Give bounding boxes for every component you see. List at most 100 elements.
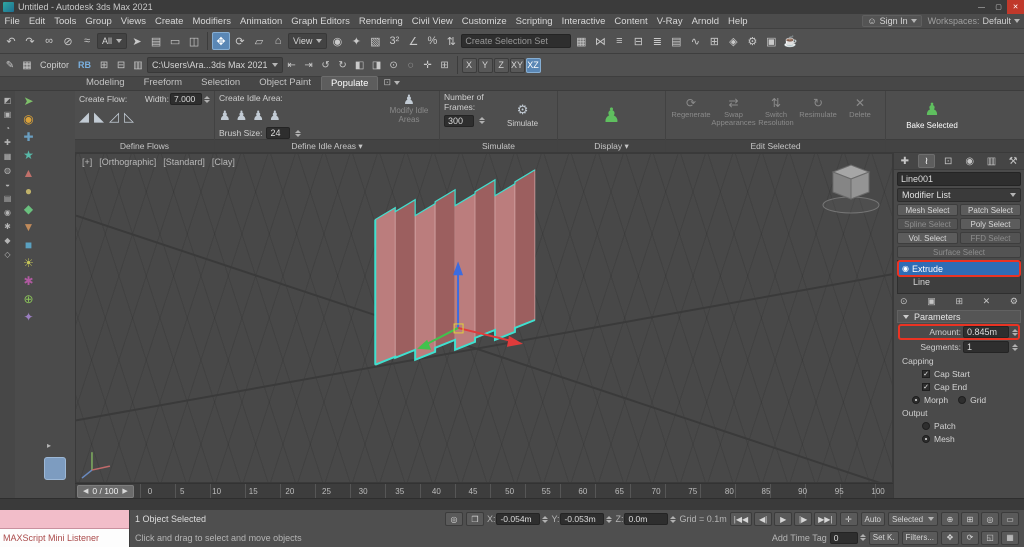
set-keys-button[interactable]: ✛ bbox=[840, 512, 858, 526]
tab-freeform[interactable]: Freeform bbox=[135, 76, 192, 90]
viewport[interactable]: [+] [Orthographic] [Standard] [Clay] bbox=[75, 153, 893, 483]
render-setup-icon[interactable]: ⚙ bbox=[743, 32, 761, 50]
delete-button[interactable]: ✕ Delete bbox=[839, 93, 881, 137]
z-value[interactable]: 0.0m bbox=[624, 513, 668, 525]
view-cube[interactable] bbox=[818, 158, 884, 216]
menu-item[interactable]: Graph Editors bbox=[287, 16, 355, 27]
viewport-menu-plus[interactable]: [+] bbox=[82, 157, 92, 167]
patch-radio[interactable] bbox=[922, 422, 930, 430]
viewport-layout-tabs[interactable] bbox=[44, 457, 66, 480]
modifier-toggle-icon[interactable]: ◉ bbox=[902, 264, 909, 273]
prev-frame-button[interactable]: ◀| bbox=[754, 512, 772, 526]
tab-populate[interactable]: Populate bbox=[321, 76, 379, 90]
make-unique-icon[interactable]: ⊞ bbox=[955, 296, 963, 307]
simulate-button[interactable]: ⚙ Simulate bbox=[507, 93, 538, 137]
tab-modeling[interactable]: Modeling bbox=[77, 76, 134, 90]
restrict-z-button[interactable]: Z bbox=[494, 58, 509, 73]
percent-snap-icon[interactable]: % bbox=[423, 32, 441, 50]
brush-size-value[interactable]: 24 bbox=[266, 127, 290, 139]
menu-item[interactable]: Civil View bbox=[407, 16, 457, 27]
tool-half-right-icon[interactable]: ◨ bbox=[369, 57, 385, 73]
isolate-selection-icon[interactable]: ◎ bbox=[445, 512, 463, 526]
vol-select-button[interactable]: Vol. Select bbox=[897, 232, 958, 244]
width-value[interactable]: 7.000 bbox=[170, 93, 202, 105]
key-filters-button[interactable]: Filters... bbox=[902, 531, 938, 545]
flow-stairs-icon[interactable]: ◿ bbox=[109, 109, 119, 125]
modifier-list-dropdown[interactable]: Modifier List bbox=[897, 188, 1021, 202]
menu-item[interactable]: Interactive bbox=[557, 16, 610, 27]
quick-up-icon[interactable]: ▲ bbox=[23, 166, 35, 180]
simulate-footer[interactable]: Simulate bbox=[440, 139, 557, 152]
selected-keyset-dropdown[interactable]: Selected bbox=[888, 512, 938, 526]
ffd-select-button[interactable]: FFD Select bbox=[960, 232, 1021, 244]
menu-item[interactable]: Tools bbox=[50, 16, 81, 27]
select-and-manipulate-icon[interactable]: ✦ bbox=[347, 32, 365, 50]
ribbon-config-button[interactable]: ⊡ bbox=[383, 77, 400, 90]
quick-sun-icon[interactable]: ☀ bbox=[23, 256, 34, 270]
side-tool-6-icon[interactable]: ◍ bbox=[4, 166, 11, 175]
angle-snap-icon[interactable]: ∠ bbox=[404, 32, 422, 50]
tab-object-paint[interactable]: Object Paint bbox=[250, 76, 320, 90]
tool-pencil-icon[interactable]: ✎ bbox=[2, 57, 18, 73]
minimize-icon[interactable]: — bbox=[973, 0, 990, 14]
tool-hash-icon[interactable]: ⊞ bbox=[437, 57, 453, 73]
tool-end-icon[interactable]: ⇥ bbox=[301, 57, 317, 73]
use-pivot-point-icon[interactable]: ◉ bbox=[328, 32, 346, 50]
show-end-result-icon[interactable]: ▣ bbox=[927, 296, 936, 307]
segments-value[interactable]: 1 bbox=[963, 341, 1009, 353]
viewport-renderer-label[interactable]: [Standard] bbox=[163, 157, 205, 167]
layer-explorer-icon[interactable]: ≣ bbox=[648, 32, 666, 50]
define-flows-footer[interactable]: Define Flows bbox=[75, 139, 214, 152]
tool-rows-icon[interactable]: ▥ bbox=[130, 57, 146, 73]
restrict-x-button[interactable]: X bbox=[462, 58, 477, 73]
snaps-toggle-icon[interactable]: 3² bbox=[385, 32, 403, 50]
modify-tab-icon[interactable]: ≀ bbox=[918, 154, 935, 168]
side-tool-2-icon[interactable]: ▣ bbox=[4, 110, 12, 119]
curve-editor-icon[interactable]: ∿ bbox=[686, 32, 704, 50]
spinner-arrows[interactable] bbox=[860, 534, 866, 541]
parameters-rollout-header[interactable]: Parameters bbox=[897, 310, 1021, 323]
frame-value[interactable]: 0 bbox=[830, 532, 858, 544]
spinner-arrows[interactable] bbox=[204, 96, 210, 103]
side-tool-11-icon[interactable]: ◆ bbox=[4, 236, 10, 245]
next-frame-button[interactable]: |▶ bbox=[794, 512, 812, 526]
tool-cross-icon[interactable]: ✛ bbox=[420, 57, 436, 73]
spinner-arrows[interactable] bbox=[542, 516, 548, 523]
maximize-icon[interactable]: ▢ bbox=[990, 0, 1007, 14]
select-and-link-icon[interactable]: ∞ bbox=[40, 32, 58, 50]
selection-filter-dropdown[interactable]: All bbox=[97, 33, 127, 49]
side-tool-1-icon[interactable]: ◩ bbox=[4, 96, 12, 105]
prev-frame-arrow-icon[interactable]: ◀ bbox=[83, 487, 88, 495]
scene-explorer-icon[interactable]: ⊟ bbox=[629, 32, 647, 50]
pan-icon[interactable]: ✥ bbox=[941, 531, 959, 545]
zoom-region-icon[interactable]: ▭ bbox=[1001, 512, 1019, 526]
select-by-name-icon[interactable]: ▤ bbox=[147, 32, 165, 50]
flow-slope-icon[interactable]: ◣ bbox=[94, 109, 104, 125]
keyboard-override-icon[interactable]: ▧ bbox=[366, 32, 384, 50]
spinner-arrows[interactable] bbox=[295, 130, 301, 137]
next-frame-arrow-icon[interactable]: ▶ bbox=[122, 487, 127, 495]
quick-gem-icon[interactable]: ✦ bbox=[23, 310, 33, 324]
copitor-button[interactable]: Copitor bbox=[36, 57, 73, 73]
set-key-button[interactable]: Set K. bbox=[869, 531, 899, 545]
quick-plus-icon[interactable]: ⊕ bbox=[23, 292, 33, 306]
menu-item[interactable]: Modifiers bbox=[188, 16, 236, 27]
side-tool-5-icon[interactable]: ▦ bbox=[4, 152, 12, 161]
regenerate-button[interactable]: ⟳ Regenerate bbox=[670, 93, 712, 137]
add-time-tag[interactable]: Add Time Tag bbox=[772, 533, 827, 543]
tool-rotl-icon[interactable]: ↺ bbox=[318, 57, 334, 73]
tool-dot-icon[interactable]: ⊙ bbox=[386, 57, 402, 73]
side-tool-10-icon[interactable]: ✱ bbox=[4, 222, 11, 231]
quick-select-icon[interactable]: ➤ bbox=[23, 94, 33, 108]
orbit-icon[interactable]: ⟳ bbox=[961, 531, 979, 545]
configure-modifier-sets-icon[interactable]: ⚙ bbox=[1010, 296, 1018, 307]
menu-item[interactable]: Create bbox=[150, 16, 188, 27]
select-and-move-icon[interactable]: ✥ bbox=[212, 32, 230, 50]
side-tool-7-icon[interactable]: ◒ bbox=[5, 180, 10, 189]
stack-item-line[interactable]: Line bbox=[899, 275, 1019, 288]
quick-add-icon[interactable]: ✚ bbox=[23, 130, 33, 144]
menu-item[interactable]: File bbox=[0, 16, 24, 27]
spinner-arrows[interactable] bbox=[670, 516, 676, 523]
go-to-start-button[interactable]: |◀◀ bbox=[730, 512, 752, 526]
idle-area-add-icon[interactable]: ♟ bbox=[219, 108, 231, 124]
